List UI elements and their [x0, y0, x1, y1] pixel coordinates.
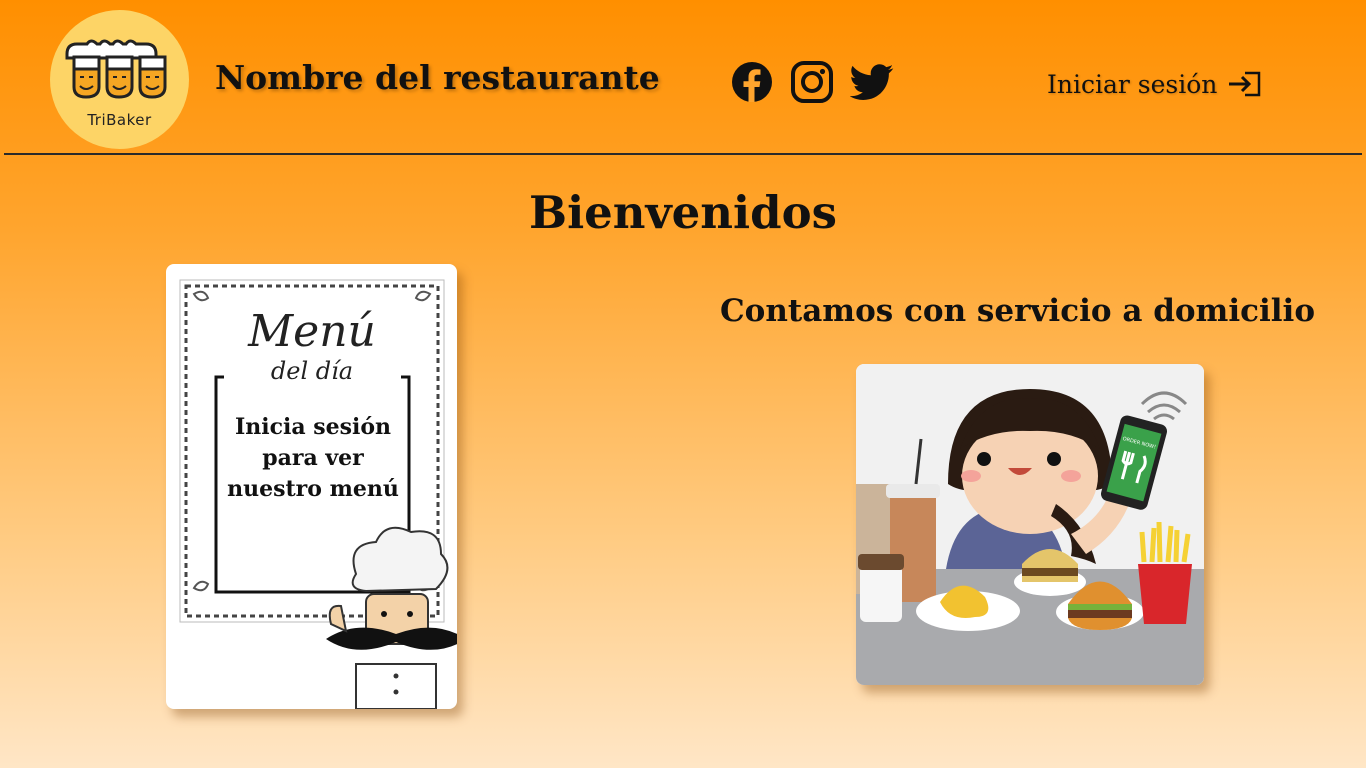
site-header: TriBaker Nombre del restaurante Iniciar …	[0, 0, 1366, 155]
restaurant-name: Nombre del restaurante	[215, 58, 660, 97]
left-eye-icon	[977, 452, 991, 466]
delivery-illustration-card: ORDER NOW!	[856, 364, 1204, 685]
tribaker-logo[interactable]: TriBaker	[50, 10, 189, 149]
header-divider	[4, 153, 1362, 155]
login-link[interactable]: Iniciar sesión	[1047, 66, 1263, 102]
login-label: Iniciar sesión	[1047, 69, 1218, 99]
delivery-illustration: ORDER NOW!	[856, 364, 1204, 685]
instagram-link[interactable]	[790, 60, 834, 104]
logo-text: TriBaker	[87, 111, 152, 129]
facebook-icon	[732, 62, 772, 102]
sign-in-icon	[1229, 71, 1261, 97]
chef-icon	[326, 526, 457, 709]
twitter-icon	[849, 64, 894, 100]
twitter-link[interactable]	[849, 60, 894, 104]
instagram-icon	[791, 61, 833, 103]
menu-of-the-day-card[interactable]: Menú del día Inicia sesión para ver nues…	[166, 264, 457, 709]
welcome-title: Bienvenidos	[529, 186, 837, 239]
menu-title: Menú	[247, 306, 376, 357]
menu-subtitle: del día	[271, 357, 353, 385]
delivery-heading: Contamos con servicio a domicilio	[720, 293, 1316, 329]
facebook-link[interactable]	[730, 60, 774, 104]
menu-login-message: Inicia sesión para ver nuestro menú	[227, 414, 399, 502]
